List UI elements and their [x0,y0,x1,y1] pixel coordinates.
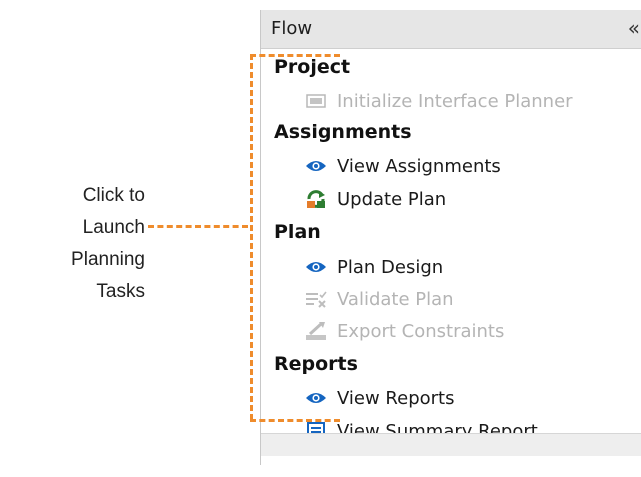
section-assignments-title: Assignments [274,121,412,143]
bracket-bottom-line [250,419,340,422]
export-constraints-icon [305,320,327,342]
callout-leader-line [148,225,248,228]
flow-panel: Flow « Project Initialize Interface Plan… [260,10,641,465]
update-plan-icon [305,188,327,210]
task-export-constraints: Export Constraints [305,318,504,344]
eye-icon [305,387,327,409]
section-project-title: Project [274,56,351,78]
panel-title: Flow [271,18,313,39]
task-label: View Assignments [337,155,501,177]
callout-line-2: Planning Tasks [71,249,145,302]
panel-footer [261,433,641,456]
eye-icon [305,256,327,278]
task-label: Validate Plan [337,288,454,310]
bracket-top-line [250,54,340,57]
callout-text: Click to Launch Planning Tasks [30,180,145,308]
panel-header: Flow « [261,10,641,49]
task-update-plan[interactable]: Update Plan [305,186,446,212]
validate-plan-icon [305,288,327,310]
task-label: View Reports [337,387,455,409]
section-reports-title: Reports [274,353,358,375]
eye-icon [305,155,327,177]
task-initialize-interface-planner: Initialize Interface Planner [305,88,573,114]
task-label: Update Plan [337,188,447,210]
bracket-left-line [250,54,253,420]
task-validate-plan: Validate Plan [305,286,454,312]
task-view-assignments[interactable]: View Assignments [305,153,501,179]
callout-line-1: Click to Launch [82,185,145,238]
task-plan-design[interactable]: Plan Design [305,254,443,280]
section-plan-title: Plan [274,221,321,243]
task-label: Export Constraints [337,320,505,342]
task-view-reports[interactable]: View Reports [305,385,454,411]
task-label: Plan Design [337,256,444,278]
task-label: Initialize Interface Planner [337,90,573,112]
initialize-planner-icon [305,90,327,112]
collapse-panel-button[interactable]: « [628,16,640,40]
